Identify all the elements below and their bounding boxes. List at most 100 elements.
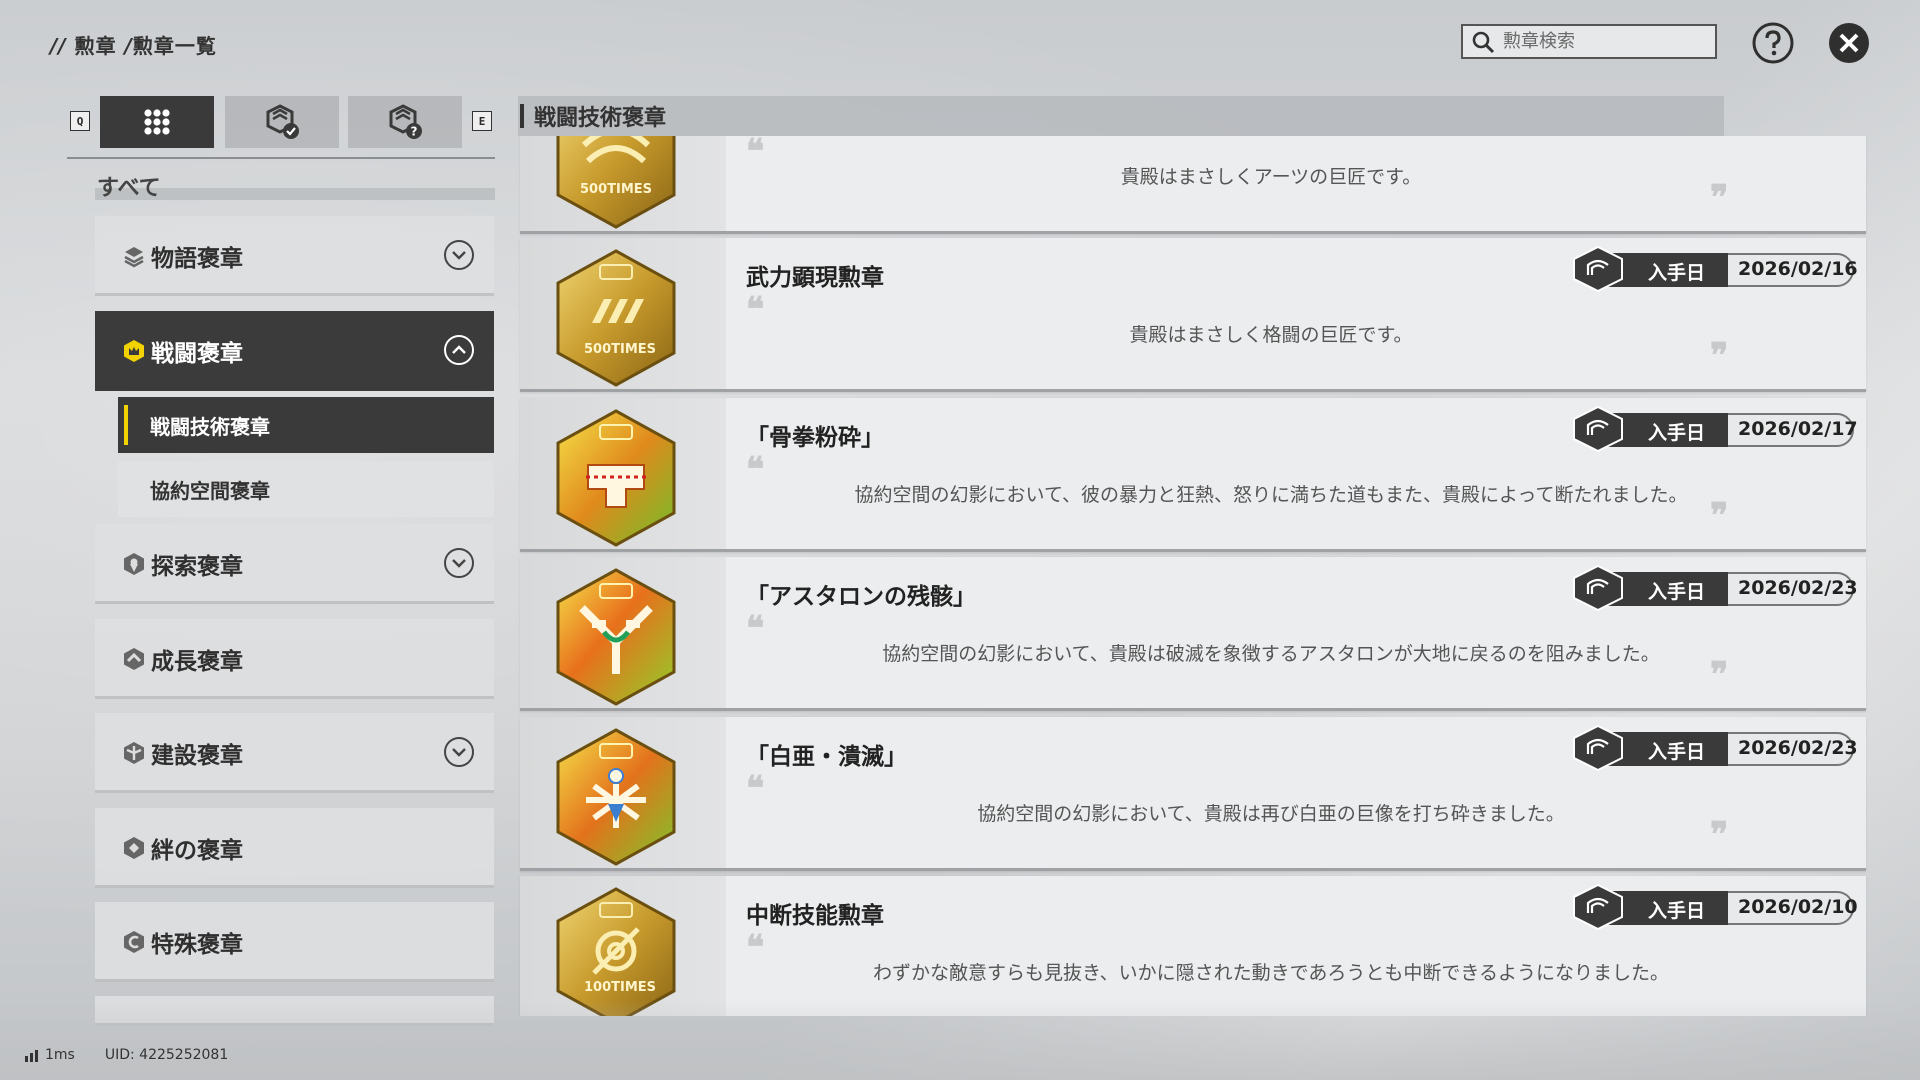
category-combat[interactable]: 戦闘褒章 [95,311,494,391]
tab-all-medals[interactable] [100,96,214,148]
obtained-label: 入手日 [1648,741,1706,763]
medal-name: 「白亜・潰滅」 [746,744,907,770]
breadcrumb-medal-list: 勲章一覧 [132,34,217,58]
obtained-date: 2026/02/23 [1738,737,1858,759]
medal-fist-icon [556,409,676,547]
grid-icon [144,109,170,135]
tab-obtained-medals[interactable] [225,96,339,148]
question-circle-icon [1752,22,1794,64]
obtained-hex-icon [1573,405,1623,453]
obtained-date-badge: 入手日 2026/02/17 [1570,405,1858,453]
obtained-date: 2026/02/17 [1738,418,1858,440]
special-icon [121,929,147,955]
ping-value: 1ms [45,1047,75,1063]
subcategory-pact-space[interactable]: 協約空間褒章 [118,461,494,517]
subcategory-label: 戦闘技術褒章 [150,414,270,439]
obtained-label: 入手日 [1648,262,1706,284]
obtained-date-badge: 入手日 2026/02/10 [1570,883,1858,931]
category-special[interactable]: 特殊褒章 [95,902,494,982]
medal-description: 貴殿はまさしくアーツの巨匠です。 [1120,166,1422,188]
chevron-down-icon[interactable] [444,548,474,578]
category-build[interactable]: 建設褒章 [95,713,494,793]
obtained-hex-icon [1573,883,1623,931]
medal-name: 中断技能勲章 [746,903,884,929]
tab-next-key-hint: E [472,111,492,131]
filter-all-label: すべて [97,176,161,201]
subcategory-combat-technique[interactable]: 戦闘技術褒章 [118,397,494,453]
uid-value: UID: 4225252081 [104,1047,229,1063]
quote-close-icon: ❞ [1710,178,1729,218]
category-partial [95,996,494,1026]
breadcrumb-separator: / [124,34,133,58]
tab-unobtained-medals[interactable]: ? [348,96,462,148]
medal-card[interactable]: 100TIMES 中断技能勲章 ❝ わずかな敵意すらも見抜き、いかに隠された動き… [520,876,1866,1016]
obtained-hex-icon [1573,245,1623,293]
obtained-date-badge: 入手日 2026/02/23 [1570,564,1858,612]
medal-gold-icon: 500TIMES [556,249,676,387]
chevron-down-icon[interactable] [444,737,474,767]
breadcrumb-medals[interactable]: 勲章 [75,34,117,58]
quote-close-icon: ❞ [1710,815,1729,855]
chevron-up-icon[interactable] [444,335,474,365]
medal-name: 「アスタロンの残骸」 [746,584,976,610]
medal-gold-icon: 500TIMES [556,136,676,229]
section-accent-bar [520,104,524,128]
chevron-down-icon[interactable] [444,240,474,270]
medal-astaron-icon [556,568,676,706]
medal-colossus-icon [556,728,676,866]
category-explore[interactable]: 探索褒章 [95,524,494,604]
medal-caption: 100TIMES [584,980,656,995]
category-growth[interactable]: 成長褒章 [95,619,494,699]
category-story[interactable]: 物語褒章 [95,216,494,296]
tab-prev-key-hint: Q [70,111,90,131]
obtained-date: 2026/02/10 [1738,896,1858,918]
obtained-date: 2026/02/23 [1738,577,1858,599]
medal-description: 協約空間の幻影において、貴殿は再び白亜の巨像を打ち砕きました。 [977,803,1565,825]
signal-icon [25,1050,38,1062]
status-bar: 1ms UID: 4225252081 [25,1047,228,1063]
obtained-hex-icon [1573,564,1623,612]
svg-text:?: ? [411,125,418,139]
category-label: 特殊褒章 [151,932,243,958]
obtained-date-badge: 入手日 2026/02/23 [1570,724,1858,772]
medal-card[interactable]: 「アスタロンの残骸」 ❝ 協約空間の幻影において、貴殿は破滅を象徴するアスタロン… [520,557,1866,711]
close-button[interactable] [1826,20,1872,66]
obtained-label: 入手日 [1648,900,1706,922]
category-label: 建設褒章 [151,743,243,769]
bond-icon [121,835,147,861]
category-label: 物語褒章 [151,246,243,272]
quote-close-icon: ❞ [1710,336,1729,376]
obtained-date: 2026/02/16 [1738,258,1858,280]
search-icon [1472,31,1495,53]
medal-check-icon [266,104,299,139]
breadcrumb-prefix: // [50,34,67,58]
breadcrumb: // 勲章 /勲章一覧 [50,30,217,59]
medal-description: 貴殿はまさしく格闘の巨匠です。 [1129,324,1413,346]
obtained-date-badge: 入手日 2026/02/16 [1570,245,1858,293]
subcategory-label: 協約空間褒章 [150,478,270,503]
quote-close-icon: ❞ [1710,655,1729,695]
tabs-divider [67,157,495,159]
medal-card[interactable]: 「白亜・潰滅」 ❝ 協約空間の幻影において、貴殿は再び白亜の巨像を打ち砕きました… [520,717,1866,871]
medal-card[interactable]: 「骨拳粉砕」 ❝ 協約空間の幻影において、彼の暴力と狂熱、怒りに満ちた道もまた、… [520,398,1866,552]
medal-description: 協約空間の幻影において、貴殿は破滅を象徴するアスタロンが大地に戻るのを阻みました… [882,643,1660,665]
medal-name: 「骨拳粉砕」 [746,425,884,451]
medal-description: 協約空間の幻影において、彼の暴力と狂熱、怒りに満ちた道もまた、貴殿によって断たれ… [854,484,1688,506]
category-bond[interactable]: 絆の褒章 [95,808,494,888]
medal-card[interactable]: 500TIMES ❝ 貴殿はまさしくアーツの巨匠です。 ❞ [520,136,1866,234]
section-header: 戦闘技術褒章 [518,96,1724,136]
medal-list[interactable]: 500TIMES ❝ 貴殿はまさしくアーツの巨匠です。 ❞ 500TIMES 武… [518,136,1868,1016]
medal-question-icon: ? [389,104,422,139]
quote-close-icon: ❞ [1710,496,1729,536]
category-label: 探索褒章 [151,554,243,580]
medal-caption: 500TIMES [580,182,652,197]
growth-icon [121,646,147,672]
build-icon [121,740,147,766]
search-box[interactable] [1461,24,1717,59]
medal-name: 武力顕現勲章 [746,265,884,291]
help-button[interactable] [1750,20,1796,66]
medal-card[interactable]: 500TIMES 武力顕現勲章 ❝ 貴殿はまさしく格闘の巨匠です。 ❞ 入手日 … [520,238,1866,392]
medal-description: わずかな敵意すらも見抜き、いかに隠された動きであろうとも中断できるようになりまし… [872,962,1670,984]
medal-caption: 500TIMES [584,342,656,357]
search-input[interactable] [1501,30,1705,53]
